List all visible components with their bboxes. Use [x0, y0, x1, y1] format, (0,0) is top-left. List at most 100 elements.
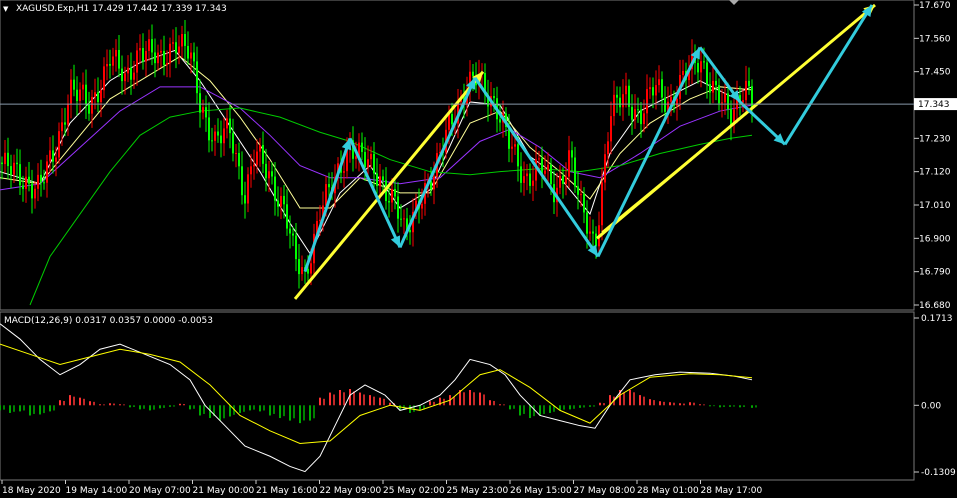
macd-title: MACD(12,26,9) 0.0317 0.0357 0.0000 -0.00… [4, 316, 213, 326]
candle-body [631, 106, 633, 120]
time-tick-label: 27 May 08:00 [574, 486, 636, 496]
candle-body [178, 46, 180, 54]
candle-body [523, 176, 525, 183]
candle-body [106, 64, 108, 67]
candle-body [70, 79, 72, 104]
candle-body [283, 195, 285, 205]
candle-body [355, 156, 357, 159]
candle-body [73, 79, 75, 90]
candle-body [46, 161, 48, 183]
candle-body [637, 109, 639, 111]
candle-body [433, 176, 435, 190]
candle-body [157, 52, 159, 64]
candle-body [583, 194, 585, 213]
candle-body [277, 200, 279, 207]
candle-body [28, 176, 30, 184]
candle-body [676, 98, 678, 106]
candle-body [163, 50, 165, 65]
trading-chart[interactable]: 16.680 16.790 16.900 17.010 17.120 17.230 17.4… [0, 0, 957, 498]
candle-body [262, 144, 264, 164]
scroll-marker-icon[interactable]: ▼ [3, 5, 9, 13]
candle-body [34, 188, 36, 199]
candle-body [190, 52, 192, 59]
candle-body [511, 146, 513, 149]
candle-body [307, 269, 309, 274]
time-tick-label: 26 May 15:00 [510, 486, 572, 496]
candle-body [109, 64, 111, 66]
candle-body [91, 96, 93, 114]
candle-body [745, 80, 747, 101]
candle-body [619, 97, 621, 108]
candle-body [562, 175, 564, 184]
candle-body [616, 94, 618, 98]
candle-body [181, 33, 183, 47]
candle-body [325, 184, 327, 206]
candle-body [280, 195, 282, 207]
candle-body [538, 158, 540, 160]
candle-body [271, 171, 273, 177]
candle-body [250, 166, 252, 175]
candle-body [721, 102, 723, 104]
candle-body [235, 152, 237, 154]
time-tick-label: 21 May 00:00 [193, 486, 255, 496]
candle-body [700, 61, 702, 73]
candle-body [397, 196, 399, 219]
candle-body [130, 67, 132, 80]
candle-body [121, 68, 123, 82]
candle-body [10, 166, 12, 175]
candle-body [634, 109, 636, 120]
candle-body [211, 140, 213, 142]
candle-body [703, 61, 705, 63]
candle-body [493, 95, 495, 99]
price-tick-label: 16.680 [919, 301, 951, 311]
time-tick-label: 22 May 09:00 [320, 486, 382, 496]
candle-body [682, 70, 684, 75]
candle-body [142, 48, 144, 62]
time-tick-label: 20 May 07:00 [129, 486, 191, 496]
time-tick-label: 19 May 14:00 [66, 486, 128, 496]
candle-body [229, 118, 231, 134]
candle-body [286, 204, 288, 229]
candle-body [295, 235, 297, 260]
candle-body [208, 117, 210, 141]
candle-body [565, 176, 567, 184]
candle-body [79, 89, 81, 101]
candle-body [151, 39, 153, 53]
candle-body [592, 231, 594, 234]
macd-tick-label: -0.1309 [921, 468, 956, 478]
candle-body [646, 89, 648, 114]
candle-body [205, 107, 207, 118]
candle-body [292, 233, 294, 236]
macd-tick-label: 0.1713 [921, 314, 953, 324]
candle-body [187, 45, 189, 59]
time-tick-label: 28 May 17:00 [701, 486, 763, 496]
candle-body [571, 150, 573, 158]
candle-body [1, 162, 3, 165]
candle-body [376, 173, 378, 186]
candle-body [361, 142, 363, 152]
candle-body [166, 63, 168, 65]
candle-body [232, 133, 234, 154]
candle-body [403, 218, 405, 220]
candle-body [580, 194, 582, 196]
candle-body [328, 184, 330, 188]
candle-body [124, 73, 126, 82]
candle-body [148, 39, 150, 51]
candle-body [715, 80, 717, 86]
candle-body [175, 42, 177, 54]
candle-body [64, 122, 66, 125]
candle-body [706, 62, 708, 85]
candle-body [16, 162, 18, 165]
candle-body [244, 195, 246, 204]
candle-body [184, 33, 186, 46]
candle-body [625, 85, 627, 95]
candle-body [253, 164, 255, 167]
candle-body [238, 152, 240, 167]
candle-body [133, 72, 135, 80]
candle-body [139, 48, 141, 51]
candle-body [85, 84, 87, 105]
candle-body [640, 109, 642, 125]
candle-body [409, 230, 411, 233]
candle-body [550, 164, 552, 185]
candle-body [4, 152, 6, 165]
